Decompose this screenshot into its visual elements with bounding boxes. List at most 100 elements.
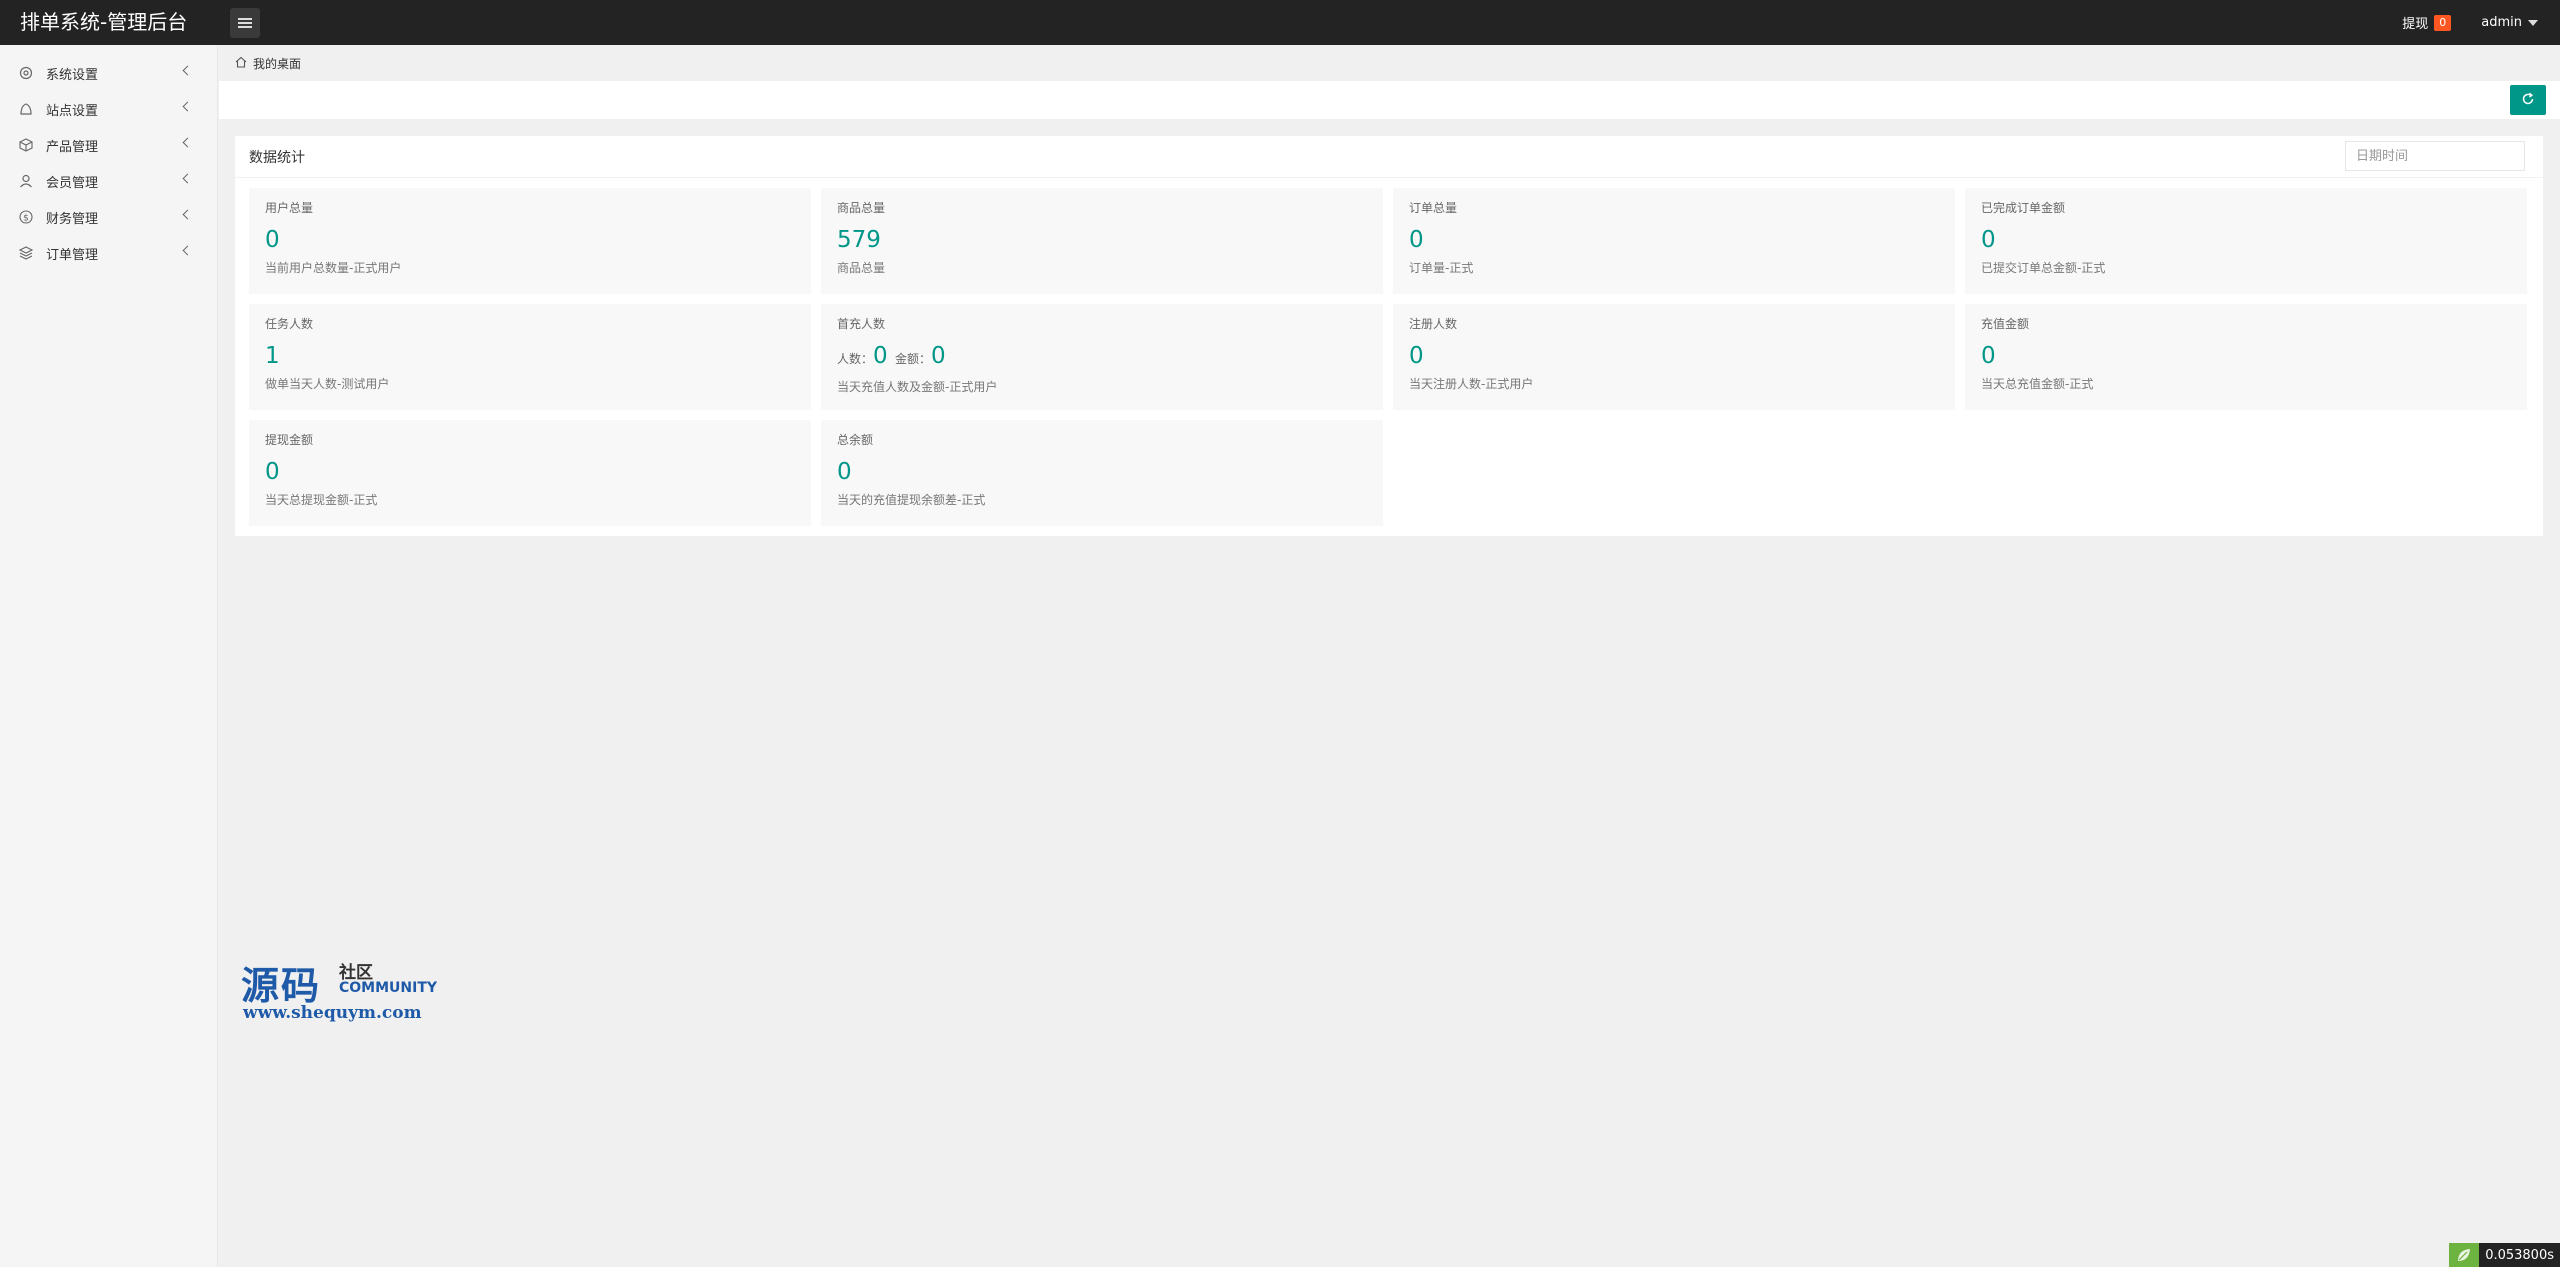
hamburger-icon	[238, 18, 252, 28]
stat-title: 充值金额	[1981, 317, 2030, 331]
stat-card-task-users: 任务人数 1 做单当天人数-测试用户	[249, 304, 811, 410]
date-time-input[interactable]	[2345, 141, 2525, 171]
withdraw-label: 提现	[2402, 17, 2429, 32]
sidebar-item-label: 系统设置	[46, 67, 99, 83]
home-icon[interactable]	[235, 56, 247, 71]
chevron-left-icon	[182, 65, 193, 76]
chevron-left-icon	[182, 173, 193, 184]
sidebar-item-finance-management[interactable]: $ 财务管理	[0, 199, 217, 235]
stat-value: 0	[1981, 227, 1996, 253]
stat-card-total-balance: 总余额 0 当天的充值提现余额差-正式	[821, 420, 1383, 526]
stat-value: 0	[1409, 227, 1424, 253]
stat-desc: 已提交订单总金额-正式	[1981, 261, 2106, 275]
count-value: 0	[873, 343, 888, 369]
withdraw-count-badge: 0	[2434, 14, 2452, 31]
watermark-url: www.shequym.com	[243, 1003, 422, 1023]
count-label: 人数：	[837, 352, 874, 366]
stat-desc: 当天注册人数-正式用户	[1409, 377, 1534, 391]
stat-title: 订单总量	[1409, 201, 1458, 215]
sidebar-item-order-management[interactable]: 订单管理	[0, 235, 217, 271]
brand-title: 排单系统-管理后台	[20, 10, 188, 34]
sidebar-item-label: 产品管理	[46, 139, 99, 155]
top-header: 排单系统-管理后台 提现 0 admin	[0, 0, 2560, 45]
stat-value: 0	[265, 459, 280, 485]
stat-value: 0	[265, 227, 280, 253]
sidebar-item-site-settings[interactable]: 站点设置	[0, 91, 217, 127]
refresh-icon	[2521, 91, 2535, 110]
stat-title: 注册人数	[1409, 317, 1458, 331]
layers-icon	[18, 245, 34, 261]
amount-value: 0	[930, 343, 946, 369]
stat-title: 提现金额	[265, 433, 314, 447]
main-content: 我的桌面 数据统计 用户总量 0 当前用户总数量-正式用户 商品总量 579 商…	[219, 45, 2560, 1267]
stat-title: 用户总量	[265, 201, 314, 215]
stat-desc: 当前用户总数量-正式用户	[265, 261, 402, 275]
box-icon	[18, 137, 34, 153]
breadcrumb-home[interactable]: 我的桌面	[253, 55, 301, 72]
stat-card-user-total: 用户总量 0 当前用户总数量-正式用户	[249, 188, 811, 294]
withdraw-link[interactable]: 提现 0	[2402, 13, 2452, 32]
dollar-icon: $	[18, 209, 34, 225]
stat-card-order-total: 订单总量 0 订单量-正式	[1393, 188, 1955, 294]
sidebar-item-member-management[interactable]: 会员管理	[0, 163, 217, 199]
stat-desc: 订单量-正式	[1409, 261, 1474, 275]
stat-title: 商品总量	[837, 201, 886, 215]
user-name: admin	[2481, 15, 2522, 30]
stat-value: 1	[265, 343, 280, 369]
stat-card-recharge-amount: 充值金额 0 当天总充值金额-正式	[1965, 304, 2527, 410]
chevron-left-icon	[182, 209, 193, 220]
stat-card-product-total: 商品总量 579 商品总量	[821, 188, 1383, 294]
chevron-left-icon	[182, 245, 193, 256]
stat-desc: 当天总提现金额-正式	[265, 493, 378, 507]
stat-value-group: 人数：0 金额：0	[837, 342, 1367, 373]
page-load-timer[interactable]: 0.053800s	[2449, 1243, 2560, 1267]
timer-value: 0.053800s	[2485, 1247, 2554, 1263]
sidebar-item-label: 会员管理	[46, 175, 99, 191]
stat-card-withdraw-amount: 提现金额 0 当天总提现金额-正式	[249, 420, 811, 526]
sidebar-item-product-management[interactable]: 产品管理	[0, 127, 217, 163]
stat-desc: 当天的充值提现余额差-正式	[837, 493, 986, 507]
svg-text:$: $	[23, 214, 29, 224]
toolbar	[219, 81, 2560, 119]
sidebar-item-label: 站点设置	[46, 103, 99, 119]
stats-title: 数据统计	[249, 149, 305, 166]
stat-value: 0	[837, 459, 852, 485]
watermark-community-text: COMMUNITY	[339, 980, 438, 996]
watermark-logo: 源码 社区 COMMUNITY www.shequym.com	[241, 955, 451, 1027]
stat-desc: 做单当天人数-测试用户	[265, 377, 390, 391]
header-right: 提现 0 admin	[2402, 0, 2538, 45]
user-menu[interactable]: admin	[2481, 15, 2538, 30]
stat-value: 0	[1981, 343, 1996, 369]
refresh-button[interactable]	[2510, 85, 2546, 115]
leaf-icon	[2449, 1243, 2480, 1267]
chevron-left-icon	[182, 137, 193, 148]
sidebar-item-label: 订单管理	[46, 247, 99, 263]
user-icon	[18, 173, 34, 189]
chevron-left-icon	[182, 101, 193, 112]
stats-grid: 用户总量 0 当前用户总数量-正式用户 商品总量 579 商品总量 订单总量 0…	[249, 188, 2529, 526]
caret-down-icon	[2528, 19, 2538, 26]
gear-icon	[18, 65, 34, 81]
sidebar-item-system-settings[interactable]: 系统设置	[0, 55, 217, 91]
stat-title: 已完成订单金额	[1981, 201, 2066, 215]
stat-desc: 当天充值人数及金额-正式用户	[837, 380, 998, 394]
stat-title: 总余额	[837, 433, 874, 447]
stat-card-completed-order-amount: 已完成订单金额 0 已提交订单总金额-正式	[1965, 188, 2527, 294]
stat-card-first-recharge: 首充人数 人数：0 金额：0 当天充值人数及金额-正式用户	[821, 304, 1383, 410]
stat-desc: 当天总充值金额-正式	[1981, 377, 2094, 391]
stat-title: 首充人数	[837, 317, 886, 331]
stat-value: 579	[837, 227, 881, 253]
stat-value: 0	[1409, 343, 1424, 369]
sidebar-item-label: 财务管理	[46, 211, 99, 227]
stat-card-registered-users: 注册人数 0 当天注册人数-正式用户	[1393, 304, 1955, 410]
stats-panel: 数据统计 用户总量 0 当前用户总数量-正式用户 商品总量 579 商品总量 订…	[235, 136, 2543, 536]
stats-panel-header: 数据统计	[235, 136, 2543, 178]
stat-title: 任务人数	[265, 317, 314, 331]
breadcrumb: 我的桌面	[219, 45, 2560, 81]
sidebar: 系统设置 站点设置 产品管理 会员管理 $ 财务管理 订单管理	[0, 45, 218, 1267]
menu-toggle-button[interactable]	[230, 8, 260, 38]
amount-label: 金额：	[894, 352, 931, 366]
site-icon	[18, 101, 34, 117]
watermark-big-text: 源码	[241, 963, 322, 1008]
stat-desc: 商品总量	[837, 261, 886, 275]
